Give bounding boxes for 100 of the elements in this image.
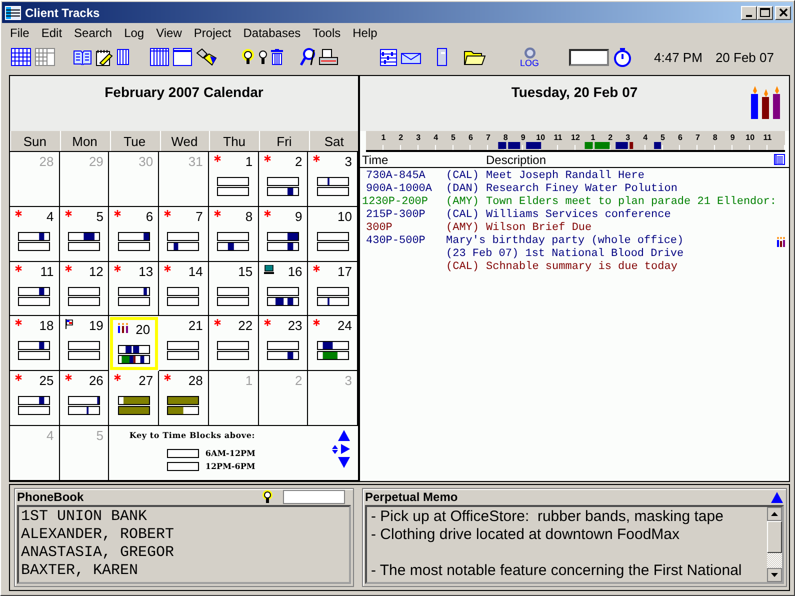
day-cell[interactable]: 21 — [159, 316, 209, 372]
search-icon[interactable] — [300, 48, 315, 66]
day-cell[interactable]: 18 — [10, 316, 60, 372]
asterisk-icon — [164, 210, 172, 217]
day-cell[interactable]: 9 — [258, 206, 308, 262]
time-blocks-drawing — [18, 396, 50, 416]
minimize-button[interactable] — [741, 6, 757, 20]
folder-icon[interactable] — [464, 49, 486, 65]
event-tag: (CAL) — [446, 170, 486, 183]
scroll-down-icon[interactable] — [767, 568, 782, 582]
day-cell[interactable]: 5 — [60, 206, 110, 262]
event-row[interactable]: (23 Feb 07) 1st National Blood Drive — [360, 248, 789, 261]
day-cell[interactable]: 1 — [208, 152, 259, 207]
phonebook-search-field[interactable] — [283, 490, 345, 504]
list-icon[interactable] — [774, 154, 785, 165]
close-button[interactable] — [775, 6, 791, 20]
day-number: 7 — [196, 208, 204, 224]
day-cell[interactable]: 22 — [208, 316, 259, 372]
envelope-icon[interactable] — [401, 50, 421, 64]
day-cell[interactable]: 11 — [10, 262, 60, 316]
day-cell[interactable]: 13 — [109, 262, 160, 316]
day-cell[interactable]: 2 — [258, 152, 308, 207]
menu-item[interactable]: Project — [188, 26, 238, 40]
day-number: 21 — [188, 318, 204, 334]
day-cell[interactable]: 23 — [258, 316, 308, 372]
day-cell[interactable]: 14 — [159, 262, 209, 316]
memo-text-area[interactable]: - Pick up at OfficeStore: rubber bands, masking tape - Clothing drive located at downtown FoodMax - The most notable feature concerning the First National — [365, 505, 784, 584]
day-cell[interactable]: 28 — [159, 371, 209, 426]
event-row[interactable]: 900A-1000A (DAN) Research Finey Water Polution — [360, 183, 789, 196]
day-cell[interactable]: 6 — [109, 206, 160, 262]
window-icon[interactable] — [173, 48, 192, 66]
event-row[interactable]: 215P-300P (CAL) Williams Services conference — [360, 209, 789, 222]
day-cell[interactable]: 25 — [10, 371, 60, 426]
day-cell[interactable]: 10 — [308, 206, 358, 262]
printer-icon[interactable] — [319, 49, 338, 65]
menu-item[interactable]: View — [150, 26, 188, 40]
event-tag: (AMY) — [446, 222, 486, 235]
time-blocks-drawing — [316, 177, 349, 196]
day-number: 18 — [39, 318, 55, 334]
open-book-icon[interactable] — [73, 49, 92, 65]
lit-bulb-icon[interactable] — [262, 490, 273, 504]
day-cell[interactable]: 8 — [208, 206, 259, 262]
menu-item[interactable]: Search — [68, 26, 118, 40]
day-cell[interactable]: 4 — [10, 206, 60, 262]
day-number: 20 — [136, 322, 152, 338]
up-arrow-icon[interactable] — [770, 490, 784, 504]
door-icon[interactable] — [437, 48, 447, 66]
stopwatch-icon[interactable] — [613, 48, 632, 66]
menu-item[interactable]: Tools — [306, 26, 347, 40]
up-arrow-icon[interactable] — [338, 430, 350, 442]
day-cell[interactable]: 17 — [308, 262, 358, 316]
scroll-up-icon[interactable] — [767, 507, 782, 521]
phonebook-entry[interactable]: BAXTER, KAREN — [21, 562, 347, 580]
table-grid-icon[interactable] — [35, 48, 55, 66]
menu-item[interactable]: Databases — [237, 26, 307, 40]
memo-line: - Pick up at OfficeStore: rubber bands, masking tape — [371, 508, 724, 526]
down-arrow-icon[interactable] — [338, 457, 350, 468]
day-cell[interactable]: 16 — [258, 262, 308, 316]
up-down-arrow-icon[interactable] — [332, 444, 338, 454]
day-cell[interactable]: 27 — [109, 371, 160, 426]
trash-icon[interactable] — [271, 49, 283, 65]
day-number: 22 — [238, 318, 254, 334]
maximize-button[interactable] — [757, 6, 773, 20]
day-cell[interactable]: 20 — [110, 317, 158, 370]
day-cell[interactable]: 26 — [60, 371, 110, 426]
menu-item[interactable]: Edit — [35, 26, 68, 40]
log-button[interactable]: LOG — [520, 46, 540, 68]
hour-label: 4 — [434, 133, 438, 142]
lit-bulb-icon[interactable] — [241, 48, 255, 66]
pencil-note-icon[interactable] — [96, 48, 113, 66]
time-blocks-drawing — [18, 286, 50, 306]
day-cell[interactable]: 12 — [60, 262, 110, 316]
scroll-thumb[interactable] — [767, 521, 782, 553]
event-row[interactable]: 300P (AMY) Wilson Brief Due — [360, 222, 789, 235]
week-columns-icon[interactable] — [150, 48, 169, 66]
columns-icon[interactable] — [117, 49, 129, 65]
menu-item[interactable]: Help — [346, 26, 384, 40]
hour-label: 4 — [643, 133, 648, 142]
day-cell[interactable]: 15 — [208, 262, 259, 316]
phonebook-entry[interactable]: ANASTASIA, GREGOR — [21, 544, 347, 562]
scroll-track[interactable] — [767, 553, 782, 568]
event-row[interactable]: 730A-845A (CAL) Meet Joseph Randall Here — [360, 170, 789, 183]
event-row[interactable]: 1230P-200P (AMY) Town Elders meet to plan parade 21 Ellendor: — [360, 196, 789, 209]
month-grid-icon[interactable] — [11, 48, 31, 66]
scrollbar[interactable] — [767, 507, 782, 582]
event-row[interactable]: 430P-500P Mary's birthday party (whole office) — [360, 235, 789, 248]
phonebook-entry[interactable]: 1ST UNION BANK — [21, 508, 347, 526]
toolbar-input-field[interactable] — [569, 48, 610, 66]
right-arrow-icon[interactable] — [341, 444, 350, 454]
event-row[interactable]: (CAL) Schnable summary is due today — [360, 261, 789, 274]
day-cell[interactable]: 24 — [308, 316, 358, 372]
event-tag: (CAL) — [446, 261, 486, 274]
menu-item[interactable]: Log — [118, 26, 150, 40]
day-cell[interactable]: 3 — [308, 152, 358, 207]
menu-item[interactable]: File — [4, 26, 36, 40]
day-cell[interactable]: 7 — [159, 206, 209, 262]
event-description: Town Elders meet to plan parade 21 Ellendor: — [486, 196, 777, 209]
bulb-icon[interactable] — [259, 50, 267, 64]
day-cell[interactable]: 19 — [60, 316, 110, 372]
phonebook-entry[interactable]: ALEXANDER, ROBERT — [21, 526, 347, 544]
